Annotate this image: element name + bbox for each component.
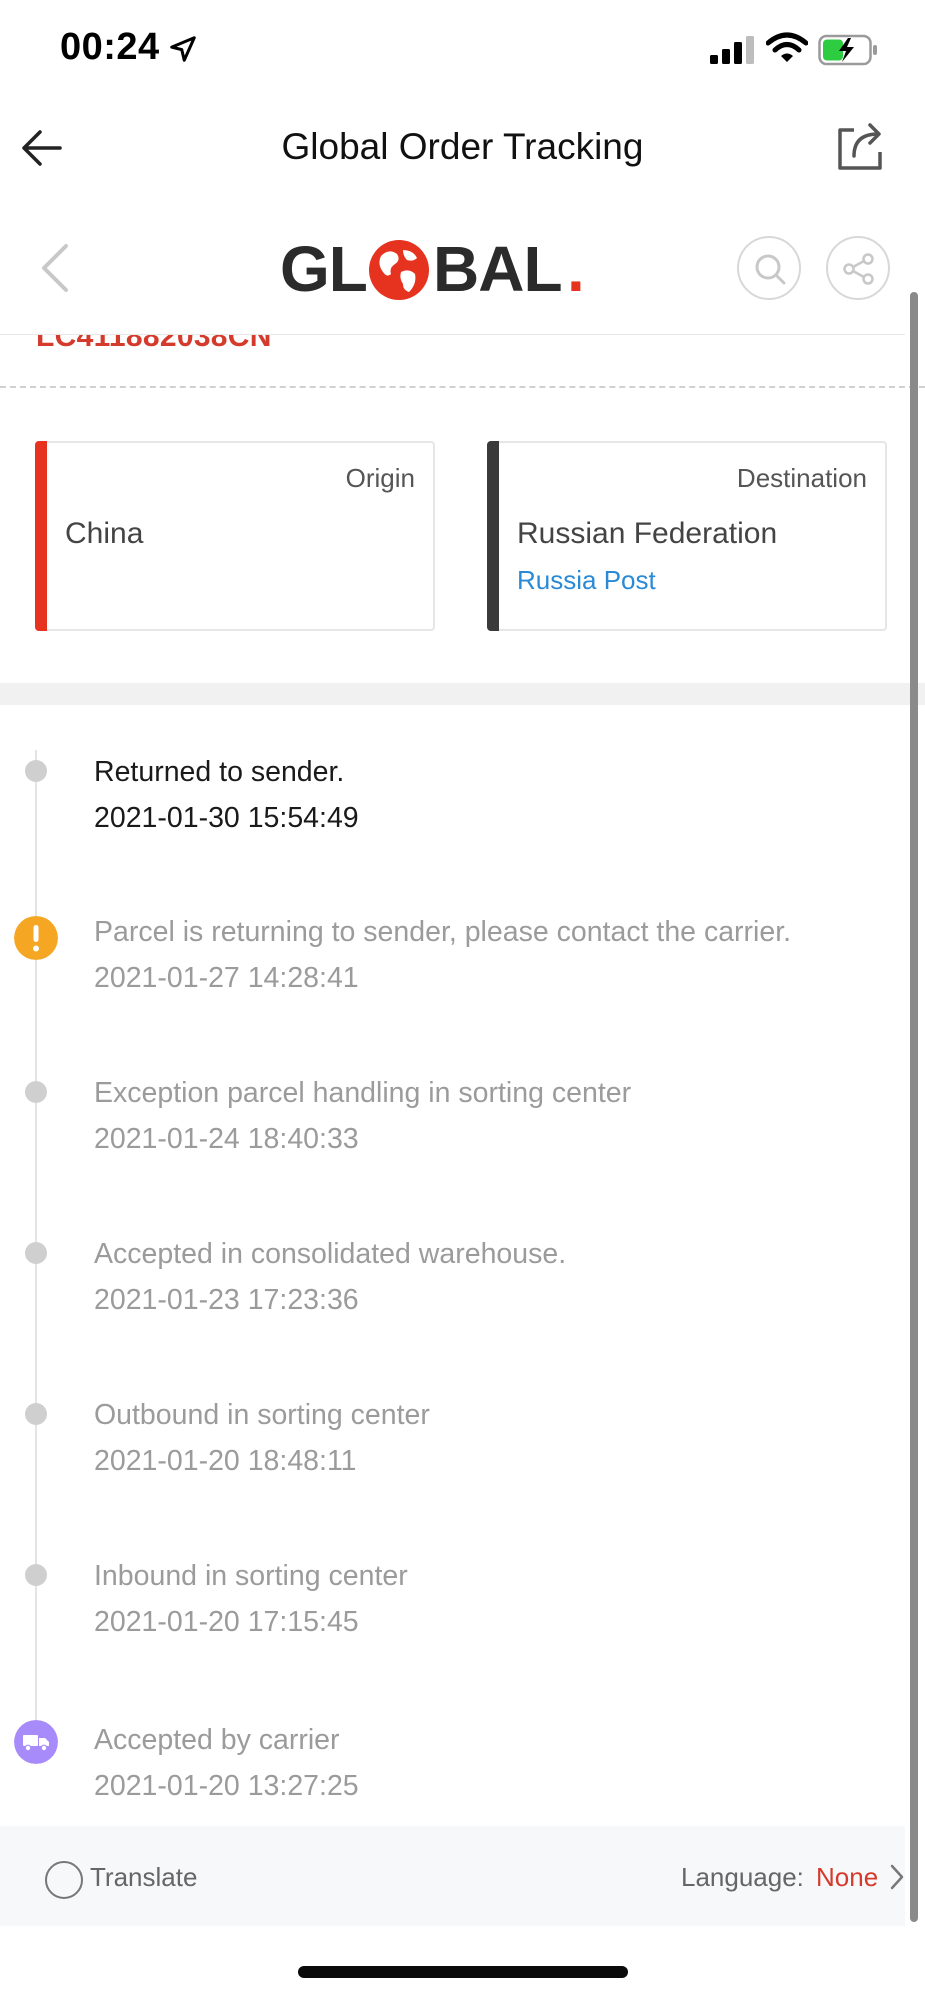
event-time: 2021-01-20 18:48:11	[94, 1445, 357, 1477]
event-description: Returned to sender.	[94, 756, 345, 788]
timeline-dot	[25, 1564, 47, 1586]
global-logo: GL BAL .	[280, 228, 600, 308]
header-divider	[0, 334, 905, 335]
event-description: Exception parcel handling in sorting cen…	[94, 1077, 632, 1109]
timeline-dot	[25, 1081, 47, 1103]
search-icon	[755, 254, 786, 285]
section-separator	[0, 683, 925, 705]
share-button[interactable]	[826, 236, 890, 300]
wifi-icon	[766, 32, 808, 62]
page-title: Global Order Tracking	[281, 126, 644, 167]
web-header: GL BAL .	[0, 214, 925, 324]
event-time: 2021-01-20 17:15:45	[94, 1606, 359, 1638]
origin-accent-bar	[35, 441, 47, 631]
search-button[interactable]	[737, 236, 801, 300]
event-time: 2021-01-30 15:54:49	[94, 802, 359, 834]
warning-icon	[14, 916, 58, 960]
language-label[interactable]: Language:	[681, 1862, 804, 1893]
event-description: Accepted by carrier	[94, 1724, 340, 1756]
event-time: 2021-01-20 13:27:25	[94, 1770, 359, 1802]
translate-label[interactable]: Translate	[90, 1862, 197, 1893]
logo-dot: .	[567, 233, 585, 305]
share-out-icon[interactable]	[836, 120, 886, 172]
carrier-link[interactable]: Russia Post	[517, 565, 656, 596]
event-time: 2021-01-27 14:28:41	[94, 962, 359, 994]
globe-logo-icon	[369, 240, 429, 300]
origin-label: Origin	[345, 463, 415, 493]
event-description: Inbound in sorting center	[94, 1560, 408, 1592]
cellular-signal-icon	[710, 36, 754, 64]
origin-card: Origin China	[35, 441, 435, 631]
timeline-dot	[25, 1242, 47, 1264]
dashed-divider	[0, 386, 925, 388]
logo-text-right: BAL	[433, 233, 563, 305]
destination-label: Destination	[736, 463, 867, 493]
event-description: Parcel is returning to sender, please co…	[94, 916, 792, 948]
origin-country: China	[65, 517, 144, 550]
status-time: 00:24	[60, 26, 160, 68]
destination-accent-bar	[487, 441, 499, 631]
timeline-dot	[25, 1403, 47, 1425]
chevron-left-icon[interactable]	[36, 240, 76, 296]
destination-country: Russian Federation	[517, 517, 778, 550]
home-indicator[interactable]	[298, 1966, 628, 1978]
event-time: 2021-01-24 18:40:33	[94, 1123, 359, 1155]
header-underlay	[0, 326, 905, 334]
destination-card: Destination Russian Federation Russia Po…	[487, 441, 887, 631]
share-nodes-icon	[843, 253, 874, 285]
chevron-right-icon[interactable]	[888, 1862, 906, 1892]
truck-icon	[14, 1720, 58, 1764]
location-arrow-icon	[170, 36, 196, 62]
timeline-dot	[25, 760, 47, 782]
battery-charging-icon	[818, 34, 877, 66]
event-time: 2021-01-23 17:23:36	[94, 1284, 359, 1316]
language-value[interactable]: None	[816, 1862, 878, 1893]
scrollbar[interactable]	[910, 292, 918, 1922]
nav-bar: Global Order Tracking	[0, 100, 925, 200]
logo-text-left: GL	[280, 233, 368, 305]
status-bar: 00:24	[0, 0, 925, 100]
translate-checkbox[interactable]	[45, 1861, 83, 1899]
event-description: Outbound in sorting center	[94, 1399, 430, 1431]
event-description: Accepted in consolidated warehouse.	[94, 1238, 567, 1270]
